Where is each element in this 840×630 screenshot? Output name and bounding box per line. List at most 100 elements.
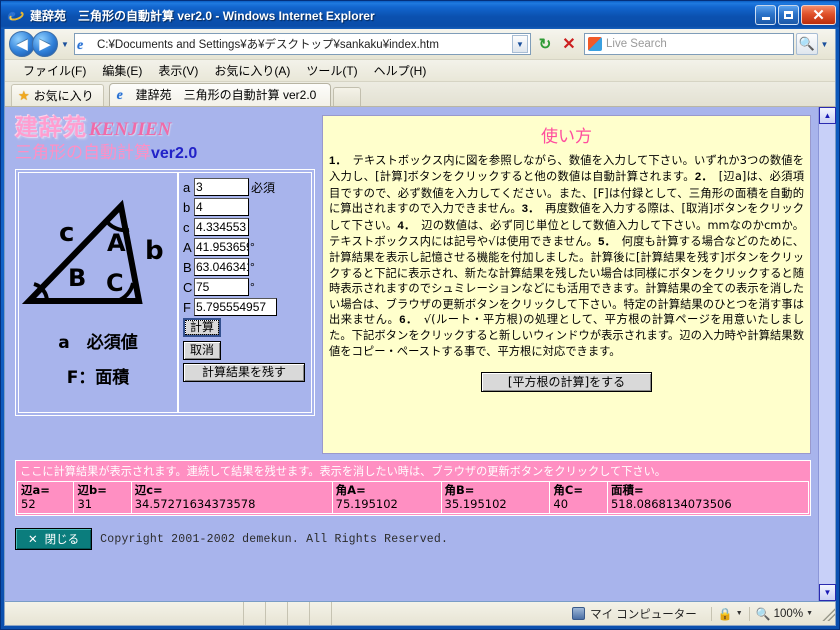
table-row: 辺a= 52 辺b= 31 辺c= 34.57271634373578 角A= … xyxy=(16,481,810,514)
address-dropdown-button[interactable]: ▼ xyxy=(512,35,528,53)
cancel-button-row: 取消 xyxy=(183,341,307,360)
angle-c-unit: ° xyxy=(250,280,255,294)
menu-item-file[interactable]: ファイル(F) xyxy=(15,60,94,81)
side-c-input[interactable]: 4.334553 xyxy=(194,218,249,236)
field-label-a: a xyxy=(183,179,191,195)
copyright-text: Copyright 2001-2002 demekun. All Rights … xyxy=(100,532,449,546)
security-zone[interactable]: マイ コンピューター xyxy=(564,606,705,622)
instructions-body: 1． テキストボックス内に図を参照しながら、数値を入力して下さい。いずれか3つの… xyxy=(329,153,804,359)
result-cell-angle-c: 角C= 40 xyxy=(549,481,608,514)
tab-strip: ★ お気に入り e 建辞苑 三角形の自動計算 ver2.0 xyxy=(5,81,835,106)
tab-triangle-calculator[interactable]: e 建辞苑 三角形の自動計算 ver2.0 xyxy=(108,83,332,106)
zoom-control[interactable]: 🔍 100% ▼ xyxy=(748,606,819,621)
browser-chrome: ◀ ▶ ▼ e C:¥Documents and Settings¥あ¥デスクト… xyxy=(4,29,836,602)
menu-item-tools[interactable]: ツール(T) xyxy=(298,60,365,81)
back-arrow-icon: ◀ xyxy=(16,36,28,53)
field-row-a: a 3 必須 xyxy=(183,178,307,196)
menu-item-edit[interactable]: 編集(E) xyxy=(94,60,150,81)
recent-pages-button[interactable]: ▼ xyxy=(58,31,72,57)
page-version: ver2.0 xyxy=(151,145,198,162)
calc-button-row: 計算 xyxy=(183,318,307,337)
results-header: ここに計算結果が表示されます。連続して結果を残せます。表示を消したい時は、ブラウ… xyxy=(20,465,666,478)
field-row-A: A 41.953659 ° xyxy=(183,238,307,256)
scroll-down-button[interactable]: ▼ xyxy=(819,584,836,601)
magnifier-icon: 🔍 xyxy=(755,606,771,621)
side-b-input[interactable]: 4 xyxy=(194,198,249,216)
input-fields: a 3 必須 b 4 c 4.334553 A 41.953659 ° B 63… xyxy=(178,172,312,413)
menu-item-view[interactable]: 表示(V) xyxy=(150,60,206,81)
logo-english: KENJIEN xyxy=(89,119,172,140)
status-pane-3 xyxy=(288,602,311,625)
square-root-calc-button[interactable]: [平方根の計算]をする xyxy=(480,372,653,393)
forward-arrow-icon: ▶ xyxy=(39,36,51,53)
result-value-angle-b: 35.195102 xyxy=(444,497,507,511)
page-footer: ✕ 閉じる Copyright 2001-2002 demekun. All R… xyxy=(15,528,811,550)
diagram-caption-required: a 必須値 xyxy=(58,333,138,353)
scrollbar-track[interactable] xyxy=(819,124,835,584)
minimize-button[interactable] xyxy=(755,5,776,25)
side-a-input[interactable]: 3 xyxy=(194,178,249,196)
svg-text:b: b xyxy=(145,236,164,266)
new-tab-button[interactable] xyxy=(333,87,362,106)
lock-icon: 🔒 xyxy=(717,606,733,621)
search-button[interactable]: 🔍 xyxy=(796,33,818,55)
angle-a-unit: ° xyxy=(250,240,255,254)
browser-window: e 建辞苑 三角形の自動計算 ver2.0 - Windows Internet… xyxy=(0,0,840,630)
maximize-button[interactable] xyxy=(778,5,799,25)
page-close-button[interactable]: ✕ 閉じる xyxy=(15,528,93,550)
resize-grip[interactable] xyxy=(821,606,835,621)
angle-a-input[interactable]: 41.953659 xyxy=(194,238,249,256)
menu-item-favorites[interactable]: お気に入り(A) xyxy=(206,60,298,81)
search-options-button[interactable]: ▼ xyxy=(818,33,831,55)
refresh-button[interactable]: ↻ xyxy=(533,32,557,56)
status-bar: マイ コンピューター 🔒 ▼ 🔍 100% ▼ xyxy=(4,602,836,626)
star-icon: ★ xyxy=(18,87,30,103)
site-logo: 建辞苑 KENJIEN 三角形の自動計算ver2.0 xyxy=(15,115,315,165)
calculator-box: c b A B C a 必須値 F：面積 a 3 必須 b 4 c 4.3345… xyxy=(15,169,315,416)
search-icon: 🔍 xyxy=(798,36,816,51)
angle-c-input[interactable]: 75 xyxy=(194,278,249,296)
menu-bar: ファイル(F) 編集(E) 表示(V) お気に入り(A) ツール(T) ヘルプ(… xyxy=(5,59,835,81)
close-button[interactable]: ✕ xyxy=(801,5,836,25)
tab-label: 建辞苑 三角形の自動計算 ver2.0 xyxy=(135,88,317,102)
forward-button[interactable]: ▶ xyxy=(32,31,58,57)
keep-result-button[interactable]: 計算結果を残す xyxy=(183,363,306,382)
address-input[interactable]: C:¥Documents and Settings¥あ¥デスクトップ¥sanka… xyxy=(97,36,512,52)
menu-item-help[interactable]: ヘルプ(H) xyxy=(366,60,435,81)
close-x-icon: ✕ xyxy=(28,532,38,546)
result-value-area: 518.0868134073506 xyxy=(610,497,732,511)
results-panel: ここに計算結果が表示されます。連続して結果を残せます。表示を消したい時は、ブラウ… xyxy=(15,460,811,516)
search-box[interactable]: Live Search xyxy=(584,33,794,55)
result-value-side-b: 31 xyxy=(77,497,93,511)
stop-button[interactable]: ✕ xyxy=(557,32,581,56)
scroll-up-button[interactable]: ▲ xyxy=(819,107,836,124)
web-page: 建辞苑 KENJIEN 三角形の自動計算ver2.0 c b A B C a 必… xyxy=(5,107,818,601)
page-title: 三角形の自動計算ver2.0 xyxy=(15,142,315,165)
field-row-c: c 4.334553 xyxy=(183,218,307,236)
vertical-scrollbar[interactable]: ▲ ▼ xyxy=(818,107,836,601)
result-label-area: 面積= xyxy=(610,483,644,497)
sqrt-button-row: [平方根の計算]をする xyxy=(329,372,804,393)
svg-text:A: A xyxy=(107,229,126,257)
angle-b-input[interactable]: 63.046341 xyxy=(194,258,249,276)
tab-favicon: e xyxy=(116,87,123,103)
cancel-button[interactable]: 取消 xyxy=(183,341,222,360)
favorites-button[interactable]: ★ お気に入り xyxy=(11,84,104,106)
triangle-svg: c b A B C xyxy=(21,199,164,304)
result-label-angle-a: 角A= xyxy=(335,483,366,497)
result-label-angle-c: 角C= xyxy=(553,483,583,497)
result-label-side-a: 辺a= xyxy=(21,483,50,497)
protected-mode-indicator[interactable]: 🔒 ▼ xyxy=(710,606,749,621)
results-table: 辺a= 52 辺b= 31 辺c= 34.57271634373578 角A= … xyxy=(16,481,810,514)
search-input[interactable]: Live Search xyxy=(606,38,667,50)
result-value-angle-c: 40 xyxy=(553,497,569,511)
close-icon: ✕ xyxy=(812,6,825,24)
area-input: 5.795554957 xyxy=(194,298,277,316)
field-label-area: F xyxy=(183,299,191,315)
calculate-button[interactable]: 計算 xyxy=(183,318,222,337)
zoom-level-label: 100% xyxy=(773,607,804,620)
internet-explorer-icon: e xyxy=(8,7,25,24)
address-bar[interactable]: e C:¥Documents and Settings¥あ¥デスクトップ¥san… xyxy=(74,33,531,55)
svg-text:c: c xyxy=(59,218,74,248)
title-bar: e 建辞苑 三角形の自動計算 ver2.0 - Windows Internet… xyxy=(1,1,839,29)
